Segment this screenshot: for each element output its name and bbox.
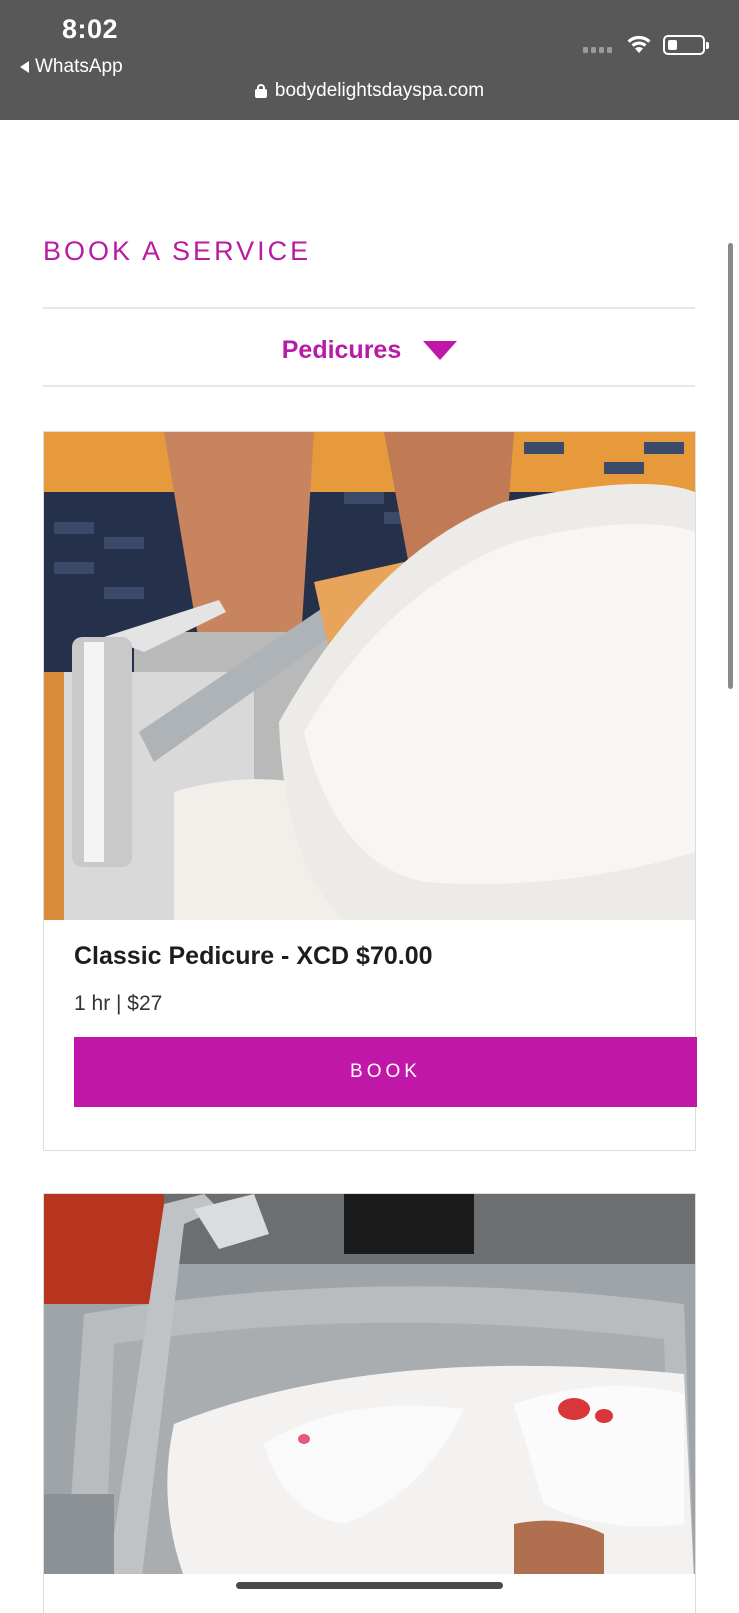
status-time: 8:02 [62,14,119,44]
category-label: Pedicures [281,336,402,364]
scrollbar[interactable] [728,243,733,689]
back-to-app-button[interactable]: WhatsApp [20,56,123,78]
cellular-signal-icon [583,47,612,53]
status-bar: 8:02 WhatsApp bodydelightsdayspa.com [0,0,739,120]
service-card [43,1193,696,1613]
home-indicator[interactable] [236,1582,503,1589]
lock-icon [254,84,267,98]
service-card: Classic Pedicure - XCD $70.00 1 hr | $27… [43,431,697,1151]
wifi-icon [627,35,651,53]
service-title: Classic Pedicure - XCD $70.00 [74,942,433,970]
page-title: BOOK A SERVICE [43,236,312,266]
back-arrow-icon [20,61,29,73]
back-app-label: WhatsApp [35,56,123,77]
divider [43,307,695,309]
url-text: bodydelightsdayspa.com [274,80,485,101]
caret-down-icon [423,341,458,360]
foot-bath-photo-illustration [44,1194,695,1574]
category-dropdown[interactable]: Pedicures [0,336,739,365]
service-duration-price: 1 hr | $27 [74,992,163,1015]
divider [43,385,695,387]
service-photo [44,1194,695,1574]
pedicure-photo-illustration [44,432,695,920]
service-photo [44,432,695,920]
address-bar[interactable]: bodydelightsdayspa.com [0,80,739,102]
battery-icon [663,35,709,55]
book-button[interactable]: BOOK [74,1037,697,1107]
